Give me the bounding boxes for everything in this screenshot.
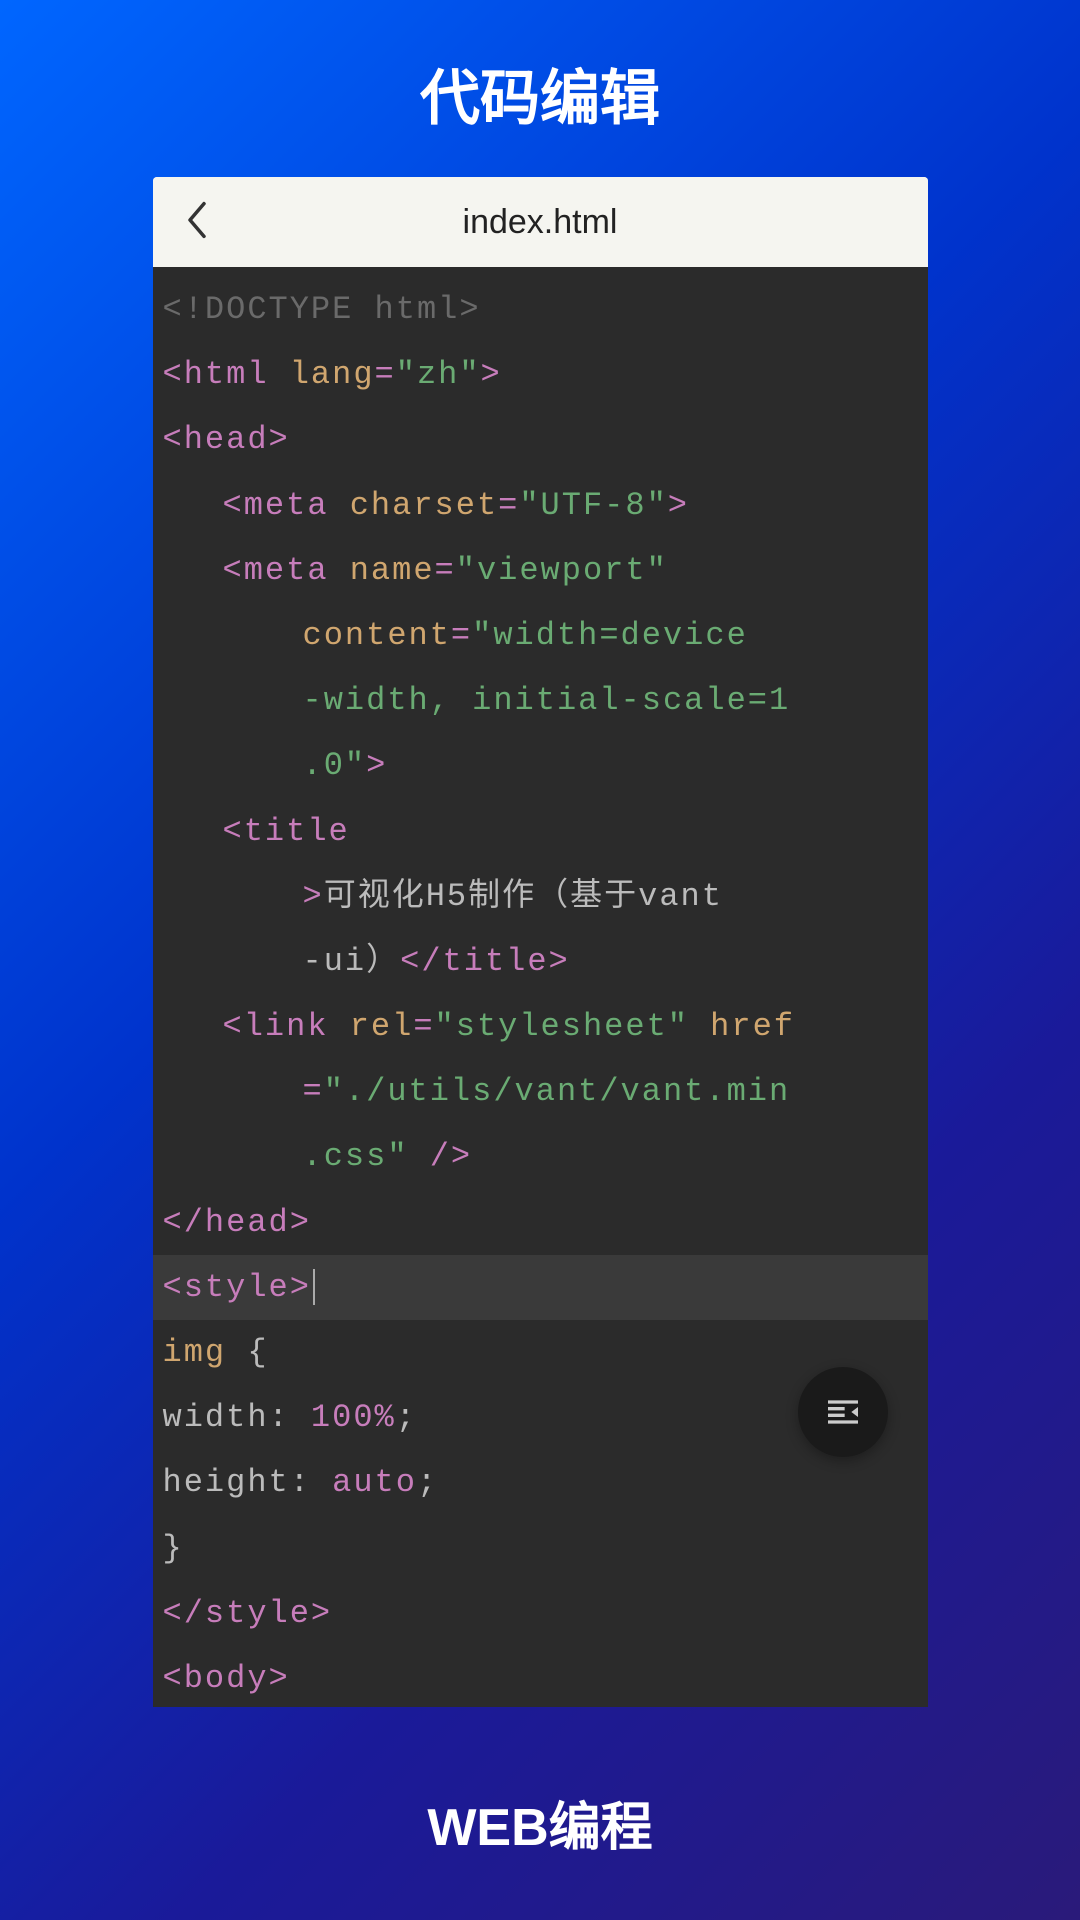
code-line: <link rel="stylesheet" href bbox=[153, 994, 928, 1059]
code-line: <!DOCTYPE html> bbox=[153, 277, 928, 342]
format-indent-button[interactable] bbox=[798, 1367, 888, 1457]
code-line: -ui）</title> bbox=[153, 929, 928, 994]
back-button[interactable] bbox=[183, 199, 211, 246]
code-line: >可视化H5制作（基于vant bbox=[153, 864, 928, 929]
page-header-title: 代码编辑 bbox=[0, 0, 1080, 177]
format-indent-icon bbox=[823, 1392, 863, 1432]
code-line: <meta charset="UTF-8"> bbox=[153, 473, 928, 538]
editor-container: index.html <!DOCTYPE html> <html lang="z… bbox=[153, 177, 928, 1707]
editor-header: index.html bbox=[153, 177, 928, 267]
code-line: <meta name="viewport" bbox=[153, 538, 928, 603]
text-cursor bbox=[313, 1269, 315, 1305]
file-name: index.html bbox=[183, 203, 898, 242]
code-line: content="width=device bbox=[153, 603, 928, 668]
code-line: <html lang="zh"> bbox=[153, 342, 928, 407]
code-line: <head> bbox=[153, 407, 928, 472]
page-footer-title: WEB编程 bbox=[0, 1785, 1080, 1860]
code-editor-area[interactable]: <!DOCTYPE html> <html lang="zh"> <head> … bbox=[153, 267, 928, 1707]
code-line: height: auto; bbox=[153, 1450, 928, 1515]
code-line-active: <style> bbox=[153, 1255, 928, 1320]
chevron-left-icon bbox=[183, 199, 211, 241]
code-line: ="./utils/vant/vant.min bbox=[153, 1059, 928, 1124]
code-line: -width, initial-scale=1 bbox=[153, 668, 928, 733]
code-line: img { bbox=[153, 1320, 928, 1385]
code-line: .0"> bbox=[153, 733, 928, 798]
code-line: </head> bbox=[153, 1190, 928, 1255]
code-line: <title bbox=[153, 799, 928, 864]
code-line: .css" /> bbox=[153, 1124, 928, 1189]
code-line: } bbox=[153, 1516, 928, 1581]
code-line: </style> bbox=[153, 1581, 928, 1646]
code-line: <body> bbox=[153, 1646, 928, 1707]
